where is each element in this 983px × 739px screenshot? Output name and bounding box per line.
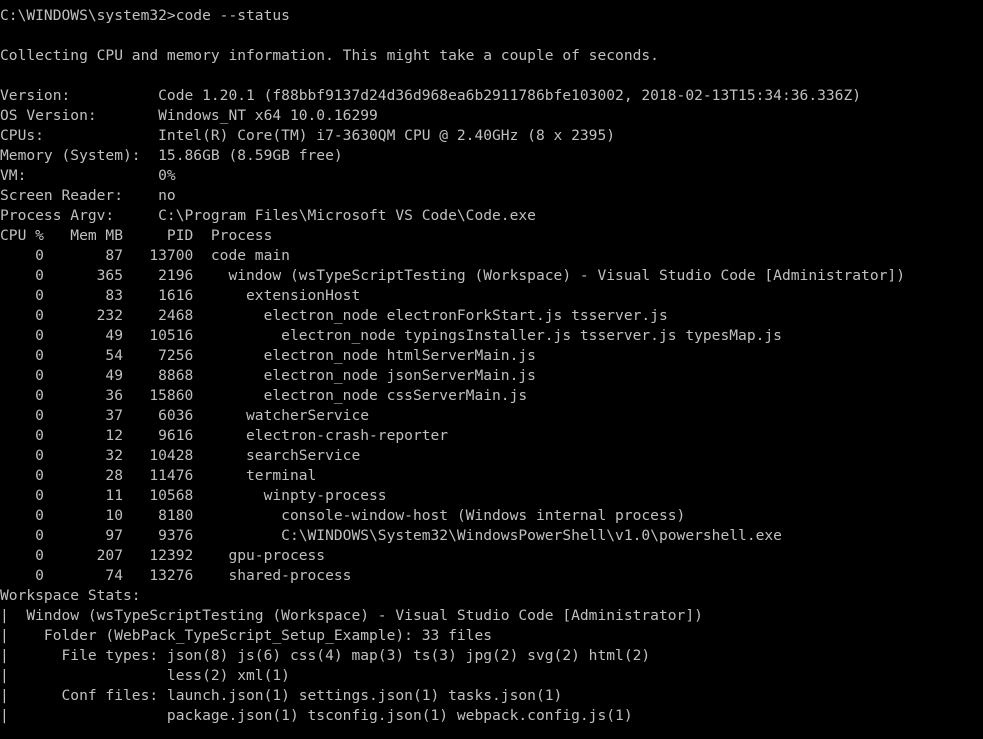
process-row: 0 12 9616 electron-crash-reporter [0, 427, 449, 444]
process-row: 0 10 8180 console-window-host (Windows i… [0, 507, 686, 524]
command-prompt-line: C:\WINDOWS\system32>code --status [0, 7, 290, 24]
workspace-stats-heading: Workspace Stats: [0, 587, 141, 604]
process-row: 0 232 2468 electron_node electronForkSta… [0, 307, 668, 324]
workspace-stats-line: | less(2) xml(1) [0, 667, 290, 684]
process-row: 0 37 6036 watcherService [0, 407, 370, 424]
process-row: 0 54 7256 electron_node htmlServerMain.j… [0, 347, 536, 364]
process-row: 0 49 10516 electron_node typingsInstalle… [0, 327, 782, 344]
version-line: Version: Code 1.20.1 (f88bbf9137d24d36d9… [0, 87, 862, 104]
process-row: 0 49 8868 electron_node jsonServerMain.j… [0, 367, 536, 384]
process-row: 0 32 10428 searchService [0, 447, 361, 464]
process-row: 0 36 15860 electron_node cssServerMain.j… [0, 387, 528, 404]
workspace-stats-line: | File types: json(8) js(6) css(4) map(3… [0, 647, 651, 664]
process-row: 0 28 11476 terminal [0, 467, 317, 484]
process-row: 0 83 1616 extensionHost [0, 287, 361, 304]
workspace-stats-line: | Conf files: launch.json(1) settings.js… [0, 687, 563, 704]
memory-line: Memory (System): 15.86GB (8.59GB free) [0, 147, 343, 164]
screen-reader-line: Screen Reader: no [0, 187, 176, 204]
workspace-stats-line: | Folder (WebPack_TypeScript_Setup_Examp… [0, 627, 493, 644]
process-table-header: CPU % Mem MB PID Process [0, 227, 273, 244]
workspace-stats-line: | package.json(1) tsconfig.json(1) webpa… [0, 707, 633, 724]
process-row: 0 11 10568 winpty-process [0, 487, 387, 504]
process-row: 0 74 13276 shared-process [0, 567, 352, 584]
process-table: 0 87 13700 code main 0 365 2196 window (… [0, 246, 983, 586]
cpus-line: CPUs: Intel(R) Core(TM) i7-3630QM CPU @ … [0, 127, 616, 144]
process-argv-line: Process Argv: C:\Program Files\Microsoft… [0, 207, 536, 224]
workspace-stats: Workspace Stats: | Window (wsTypeScriptTe… [0, 586, 983, 726]
os-version-line: OS Version: Windows_NT x64 10.0.16299 [0, 107, 378, 124]
process-row: 0 87 13700 code main [0, 247, 290, 264]
process-row: 0 365 2196 window (wsTypeScriptTesting (… [0, 267, 905, 284]
collecting-message: Collecting CPU and memory information. T… [0, 47, 659, 64]
process-row: 0 97 9376 C:\WINDOWS\System32\WindowsPow… [0, 527, 782, 544]
vm-line: VM: 0% [0, 167, 176, 184]
process-row: 0 207 12392 gpu-process [0, 547, 326, 564]
terminal-window[interactable]: C:\WINDOWS\system32>code --status Collec… [0, 0, 983, 739]
workspace-stats-line: | Window (wsTypeScriptTesting (Workspace… [0, 607, 703, 624]
